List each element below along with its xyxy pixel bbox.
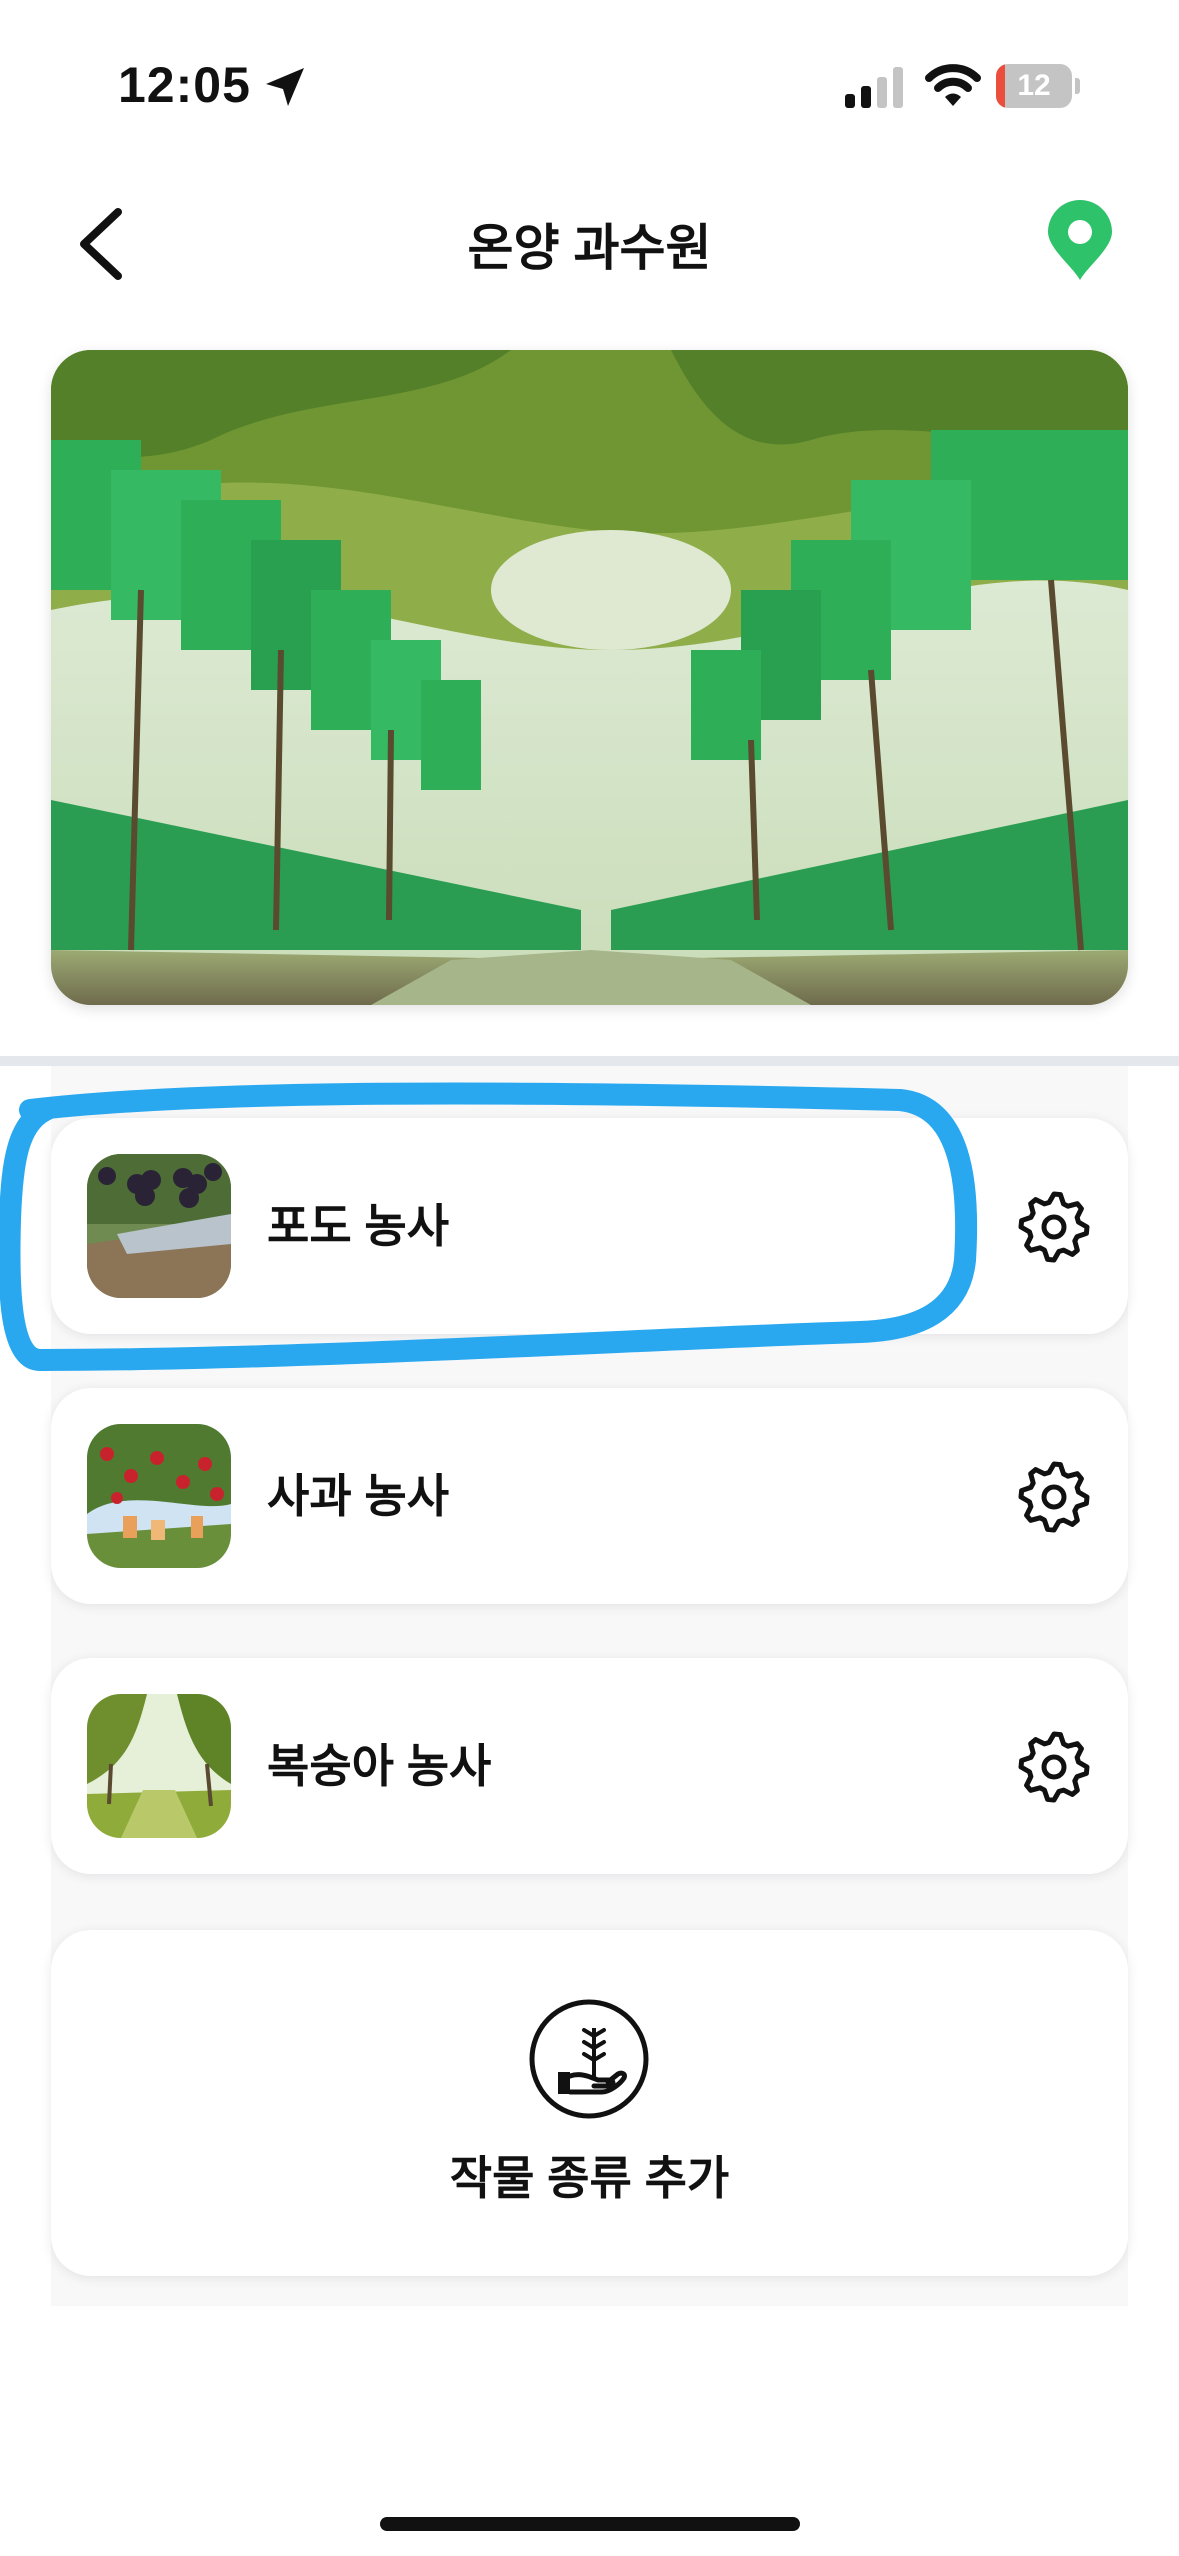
battery-icon: 12 — [996, 64, 1080, 108]
navigation-bar: 온양 과수원 — [0, 180, 1179, 300]
add-crop-type-button[interactable]: 작물 종류 추가 — [51, 1930, 1128, 2276]
crop-name: 포도 농사 — [267, 1200, 450, 1252]
crop-name: 사과 농사 — [267, 1470, 450, 1522]
status-time: 12:05 — [118, 57, 251, 113]
page-title: 온양 과수원 — [467, 220, 712, 276]
peach-thumbnail — [87, 1694, 231, 1838]
grape-thumbnail — [87, 1154, 231, 1298]
grape-vineyard-photo — [51, 350, 1128, 1005]
map-pin-icon[interactable] — [1044, 200, 1116, 282]
battery-percent: 12 — [1017, 69, 1051, 102]
location-arrow-icon — [266, 68, 304, 106]
crop-card-apple[interactable]: 사과 농사 — [51, 1388, 1128, 1604]
wifi-icon — [925, 64, 981, 106]
crop-card-peach[interactable]: 복숭아 농사 — [51, 1658, 1128, 1874]
gear-icon[interactable] — [1017, 1190, 1091, 1264]
home-indicator[interactable] — [380, 2517, 800, 2531]
plant-in-hand-icon — [529, 1999, 649, 2119]
add-crop-label: 작물 종류 추가 — [449, 2152, 730, 2204]
orchard-hero-image — [51, 350, 1128, 1005]
crop-name: 복숭아 농사 — [267, 1740, 492, 1792]
gear-icon[interactable] — [1017, 1460, 1091, 1534]
apple-thumbnail — [87, 1424, 231, 1568]
section-divider — [0, 1056, 1179, 1066]
status-bar: 12:05 12 — [0, 0, 1179, 150]
crop-card-grape[interactable]: 포도 농사 — [51, 1118, 1128, 1334]
cellular-signal-icon — [845, 67, 903, 108]
gear-icon[interactable] — [1017, 1730, 1091, 1804]
